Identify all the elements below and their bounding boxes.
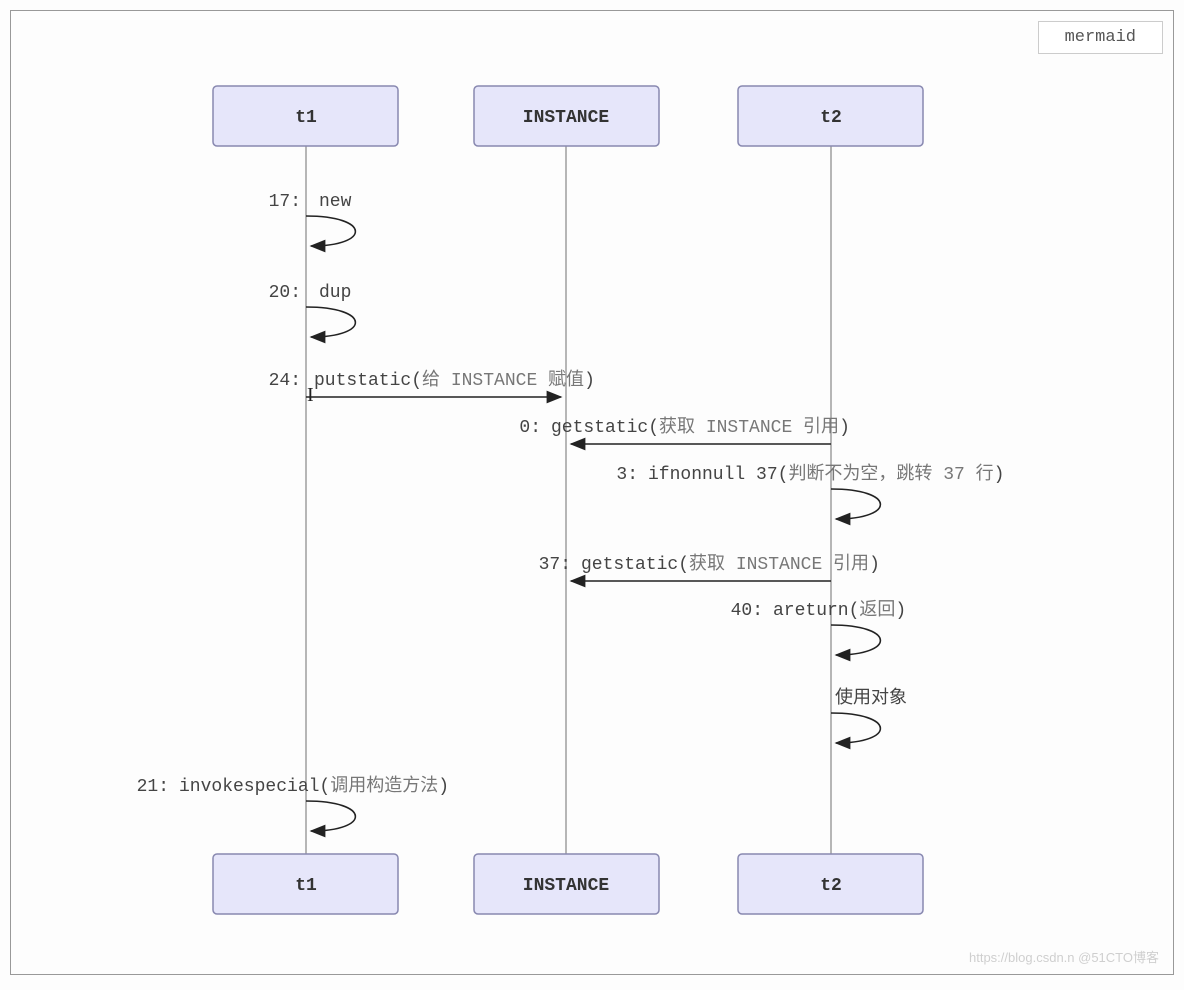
svg-text:0:: 0: xyxy=(519,418,541,438)
svg-text:areturn(返回): areturn(返回) xyxy=(773,599,906,621)
actor-t2-top: t2 xyxy=(738,86,923,146)
svg-text:getstatic(获取 INSTANCE 引用): getstatic(获取 INSTANCE 引用) xyxy=(581,553,880,575)
sequence-diagram-svg: t1 INSTANCE t2 t1 INSTANCE t2 17: new xyxy=(11,11,1171,971)
svg-text:40:: 40: xyxy=(731,601,763,621)
svg-text:37:: 37: xyxy=(539,555,571,575)
svg-text:3:: 3: xyxy=(616,465,638,485)
msg-17-new: 17: new xyxy=(269,192,356,246)
svg-text:t2: t2 xyxy=(820,876,842,896)
svg-text:24:: 24: xyxy=(269,371,301,391)
msg-37-getstatic: 37: getstatic(获取 INSTANCE 引用) xyxy=(539,553,880,581)
msg-20-dup: 20: dup xyxy=(269,283,356,337)
actor-t1-bottom: t1 xyxy=(213,854,398,914)
msg-use-object: 使用对象 xyxy=(831,687,907,743)
svg-text:t1: t1 xyxy=(295,876,317,896)
diagram-container: mermaid t1 INSTANCE t2 t1 xyxy=(10,10,1174,975)
svg-text:t2: t2 xyxy=(820,108,842,128)
svg-text:dup: dup xyxy=(319,283,351,303)
svg-text:使用对象: 使用对象 xyxy=(835,687,907,709)
actor-instance-bottom: INSTANCE xyxy=(474,854,659,914)
svg-text:putstatic(给 INSTANCE 赋值): putstatic(给 INSTANCE 赋值) xyxy=(314,369,595,391)
svg-text:INSTANCE: INSTANCE xyxy=(523,108,610,128)
msg-21-invokespecial: 21: invokespecial(调用构造方法) xyxy=(137,775,449,831)
actor-t2-bottom: t2 xyxy=(738,854,923,914)
svg-text:ifnonnull 37(判断不为空，跳转 37 行): ifnonnull 37(判断不为空，跳转 37 行) xyxy=(648,463,1004,485)
svg-text:17:: 17: xyxy=(269,192,301,212)
actor-t1-top: t1 xyxy=(213,86,398,146)
svg-text:20:: 20: xyxy=(269,283,301,303)
msg-3-ifnonnull: 3: ifnonnull 37(判断不为空，跳转 37 行) xyxy=(616,463,1004,519)
msg-0-getstatic: 0: getstatic(获取 INSTANCE 引用) xyxy=(519,416,849,444)
svg-text:invokespecial(调用构造方法): invokespecial(调用构造方法) xyxy=(179,775,449,797)
svg-text:t1: t1 xyxy=(295,108,317,128)
msg-40-areturn: 40: areturn(返回) xyxy=(731,599,907,655)
actor-instance-top: INSTANCE xyxy=(474,86,659,146)
text-cursor-icon: I xyxy=(307,384,314,407)
mermaid-tag: mermaid xyxy=(1038,21,1163,54)
svg-text:INSTANCE: INSTANCE xyxy=(523,876,610,896)
svg-text:getstatic(获取 INSTANCE 引用): getstatic(获取 INSTANCE 引用) xyxy=(551,416,850,438)
svg-text:21:: 21: xyxy=(137,777,169,797)
svg-text:new: new xyxy=(319,192,352,212)
msg-24-putstatic: 24: putstatic(给 INSTANCE 赋值) xyxy=(269,369,595,397)
